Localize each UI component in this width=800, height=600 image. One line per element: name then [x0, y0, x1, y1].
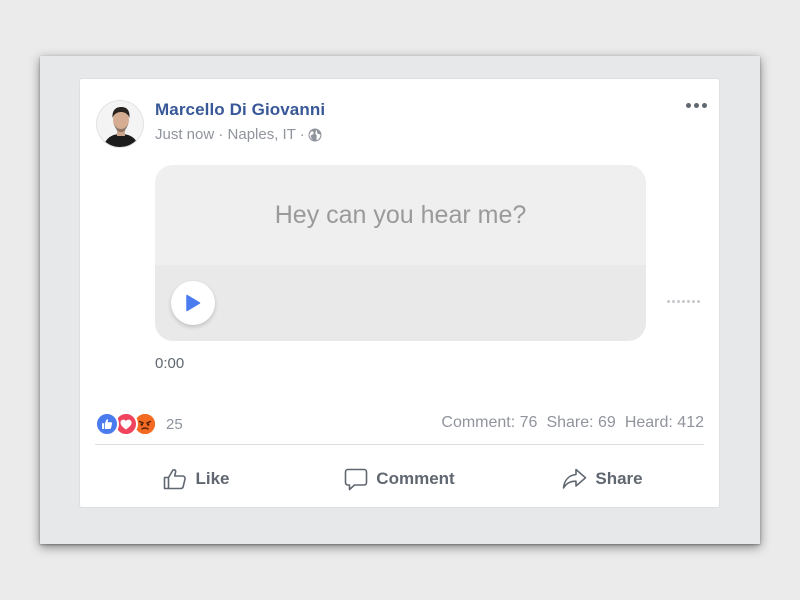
like-button[interactable]: Like	[95, 457, 298, 501]
more-options-button[interactable]	[683, 95, 709, 115]
comment-icon	[344, 468, 368, 490]
voice-player	[155, 265, 646, 341]
stage: Marcello Di Giovanni Just now · Naples, …	[0, 0, 800, 600]
avatar[interactable]	[96, 100, 144, 148]
like-reaction-icon	[95, 412, 119, 436]
divider	[95, 444, 704, 445]
voice-message-bubble: Hey can you hear me?	[155, 165, 646, 341]
more-horizontal-icon	[685, 102, 691, 108]
voice-transcript-area: Hey can you hear me?	[155, 165, 646, 265]
post-meta: Just now · Naples, IT ·	[155, 126, 322, 143]
waveform-dots	[667, 300, 700, 303]
reactions-summary[interactable]: 25	[95, 412, 183, 436]
share-button[interactable]: Share	[501, 457, 704, 501]
avatar-image	[97, 101, 143, 147]
action-bar: Like Comment Share	[95, 457, 704, 501]
post-meta-text: Just now · Naples, IT ·	[155, 126, 305, 143]
post-card: Marcello Di Giovanni Just now · Naples, …	[79, 78, 720, 508]
play-icon	[186, 294, 201, 312]
comment-label: Comment	[376, 469, 455, 488]
share-icon	[563, 468, 587, 489]
play-button[interactable]	[171, 281, 215, 325]
voice-transcript: Hey can you hear me?	[274, 200, 527, 229]
author-name[interactable]: Marcello Di Giovanni	[155, 100, 325, 120]
share-label: Share	[595, 469, 643, 488]
heard-count[interactable]: Heard: 412	[625, 414, 704, 432]
share-count[interactable]: Share: 69	[546, 414, 615, 432]
reaction-count: 25	[166, 415, 183, 433]
comment-count[interactable]: Comment: 76	[441, 414, 537, 432]
thumbs-up-icon	[164, 468, 187, 490]
elapsed-time: 0:00	[155, 355, 185, 372]
like-label: Like	[195, 469, 230, 488]
comment-button[interactable]: Comment	[298, 457, 501, 501]
post-stats: Comment: 76 Share: 69 Heard: 412	[441, 414, 704, 432]
globe-icon[interactable]	[308, 128, 322, 142]
